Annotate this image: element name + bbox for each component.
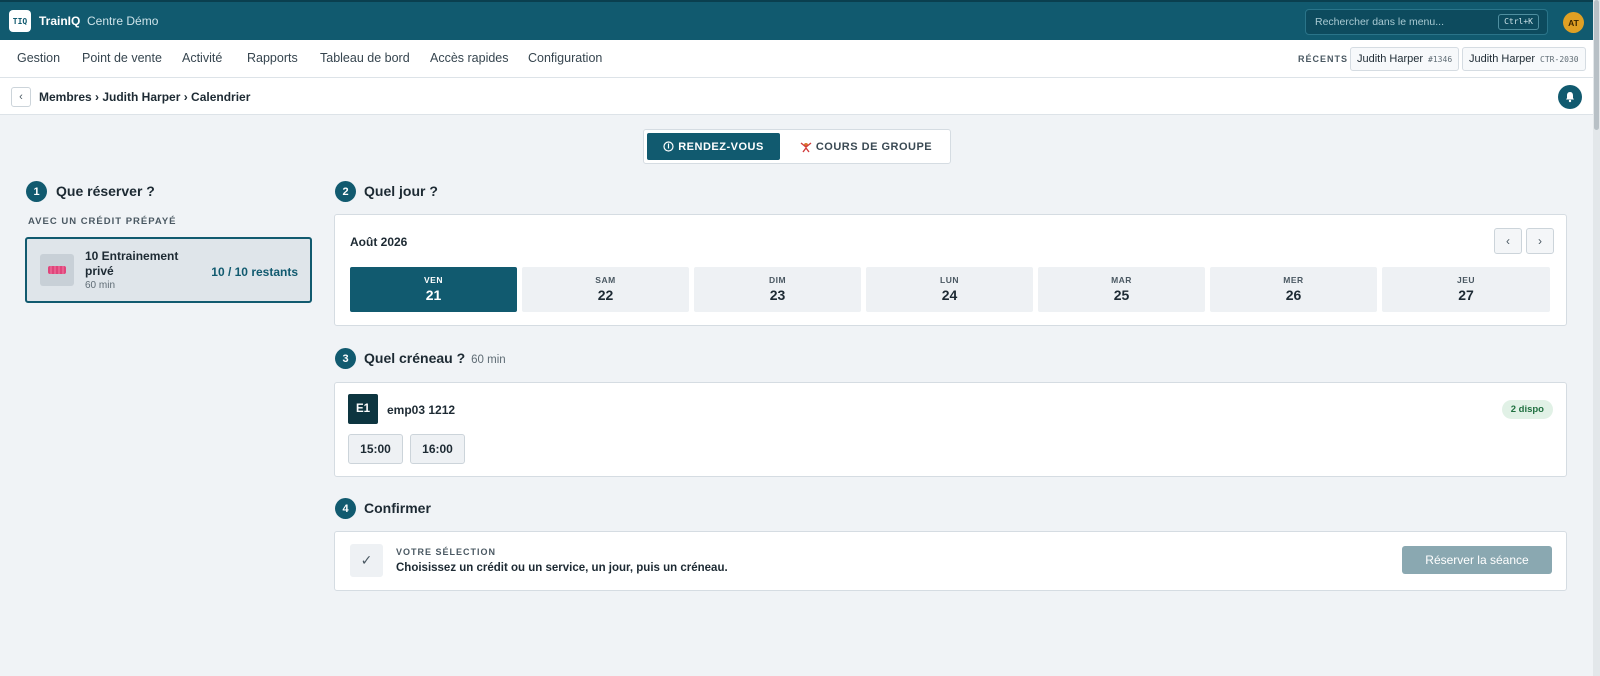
nav-item-rapports[interactable]: Rapports <box>247 51 298 65</box>
step-1-title: Que réserver ? <box>56 183 155 199</box>
recent-name: Judith Harper <box>1469 53 1536 65</box>
info-icon <box>663 141 674 152</box>
month-label: Août 2026 <box>350 235 408 249</box>
day-button-selected[interactable]: VEN 21 <box>350 267 517 312</box>
search-placeholder: Rechercher dans le menu... <box>1315 16 1444 28</box>
day-of-week: JEU <box>1456 275 1476 285</box>
day-of-week: DIM <box>768 275 787 285</box>
credit-name: 10 Entrainement privé <box>85 249 179 278</box>
step-3-number: 3 <box>335 348 356 369</box>
day-of-week: SAM <box>595 275 616 285</box>
check-icon: ✓ <box>350 544 383 577</box>
search-shortcut: Ctrl+K <box>1498 14 1539 30</box>
back-button[interactable]: ‹ <box>11 87 31 107</box>
menu-search-input[interactable]: Rechercher dans le menu... Ctrl+K <box>1305 9 1548 35</box>
user-avatar[interactable]: AT <box>1563 12 1584 33</box>
time-slot-button[interactable]: 16:00 <box>410 434 465 464</box>
day-button[interactable]: DIM 23 <box>694 267 861 312</box>
step-2-title: Quel jour ? <box>364 183 438 199</box>
credit-duration: 60 min <box>85 280 116 291</box>
step-3-title: Quel créneau ? 60 min <box>364 350 506 366</box>
breadcrumb-bar: ‹ Membres › Judith Harper › Calendrier <box>0 78 1600 115</box>
breadcrumb: Membres › Judith Harper › Calendrier <box>39 90 251 104</box>
tab-cours-de-groupe[interactable]: COURS DE GROUPE <box>784 133 948 160</box>
credit-remaining: 10 / 10 restants <box>211 265 298 279</box>
time-slot-button[interactable]: 15:00 <box>348 434 403 464</box>
credit-card-selected[interactable]: 10 Entrainement privé 60 min 10 / 10 res… <box>25 237 312 303</box>
day-list: VEN 21 SAM 22 DIM 23 LUN 24 MAR 25 MER 2… <box>350 267 1553 312</box>
day-button[interactable]: SAM 22 <box>522 267 689 312</box>
day-button[interactable]: JEU 27 <box>1382 267 1550 312</box>
centre-name: Centre Démo <box>87 14 159 28</box>
tab-cours-de-groupe-label: COURS DE GROUPE <box>815 140 933 153</box>
day-number: 21 <box>425 287 442 303</box>
day-number: 26 <box>1285 287 1302 303</box>
app-name: TrainIQ <box>39 14 81 28</box>
recent-code: #1346 <box>1428 54 1453 64</box>
day-number: 23 <box>769 287 786 303</box>
bell-icon <box>1566 92 1574 103</box>
nav-item-activite[interactable]: Activité <box>182 51 222 65</box>
nav-item-point-de-vente[interactable]: Point de vente <box>82 51 162 65</box>
booking-type-toggle: RENDEZ-VOUS COURS DE GROUPE <box>643 129 951 164</box>
day-of-week: MER <box>1283 275 1304 285</box>
day-of-week: LUN <box>940 275 959 285</box>
step-1-number: 1 <box>26 181 47 202</box>
day-number: 22 <box>597 287 614 303</box>
day-button[interactable]: MAR 25 <box>1038 267 1205 312</box>
employee-name: emp03 1212 <box>387 403 456 417</box>
nav-item-acces-rapides[interactable]: Accès rapides <box>430 51 509 65</box>
ticket-icon <box>40 254 74 286</box>
day-of-week: VEN <box>424 275 443 285</box>
nav-item-gestion[interactable]: Gestion <box>17 51 60 65</box>
day-button[interactable]: LUN 24 <box>866 267 1033 312</box>
app-logo[interactable]: TIQ <box>9 10 31 32</box>
nav-item-configuration[interactable]: Configuration <box>528 51 602 65</box>
recent-chip[interactable]: Judith Harper #1346 <box>1350 47 1460 71</box>
confirm-panel: ✓ VOTRE SÉLECTION Choisissez un crédit o… <box>334 531 1567 591</box>
slot-panel: E1 emp03 1212 2 dispo 15:00 16:00 <box>334 382 1567 477</box>
next-week-button[interactable]: › <box>1526 228 1554 254</box>
step-4-title: Confirmer <box>364 500 431 516</box>
day-number: 27 <box>1458 287 1474 303</box>
recents-label: RÉCENTS <box>1298 54 1349 64</box>
tab-rendez-vous[interactable]: RENDEZ-VOUS <box>647 133 780 160</box>
selection-text: Choisissez un crédit ou un service, un j… <box>396 562 728 574</box>
top-bar: TIQ TrainIQ Centre Démo Rechercher dans … <box>0 0 1600 40</box>
day-number: 25 <box>1113 287 1130 303</box>
day-number: 24 <box>941 287 958 303</box>
reserve-session-button[interactable]: Réserver la séance <box>1402 546 1552 574</box>
prev-week-button[interactable]: ‹ <box>1494 228 1522 254</box>
selection-label: VOTRE SÉLECTION <box>396 547 497 557</box>
recent-code: CTR-2030 <box>1540 54 1579 64</box>
slot-duration: 60 min <box>471 354 506 366</box>
notification-icon[interactable] <box>1558 85 1582 109</box>
recent-name: Judith Harper <box>1357 53 1424 65</box>
step-2-number: 2 <box>335 181 356 202</box>
step-3-title-text: Quel créneau ? <box>364 350 466 366</box>
day-of-week: MAR <box>1111 275 1132 285</box>
tab-rendez-vous-label: RENDEZ-VOUS <box>678 140 764 153</box>
recent-chip[interactable]: Judith Harper CTR-2030 <box>1462 47 1586 71</box>
day-picker-panel: Août 2026 ‹ › VEN 21 SAM 22 DIM 23 LUN 2… <box>334 214 1567 326</box>
day-button[interactable]: MER 26 <box>1210 267 1377 312</box>
prepaid-credit-label: AVEC UN CRÉDIT PRÉPAYÉ <box>28 216 177 227</box>
scrollbar-thumb[interactable] <box>1594 0 1599 130</box>
step-4-number: 4 <box>335 498 356 519</box>
group-class-icon <box>800 141 812 152</box>
employee-badge: E1 <box>348 394 378 424</box>
main-nav: Gestion Point de vente Activité Rapports… <box>0 40 1600 78</box>
nav-item-tableau-de-bord[interactable]: Tableau de bord <box>320 51 410 65</box>
availability-badge: 2 dispo <box>1501 400 1553 419</box>
